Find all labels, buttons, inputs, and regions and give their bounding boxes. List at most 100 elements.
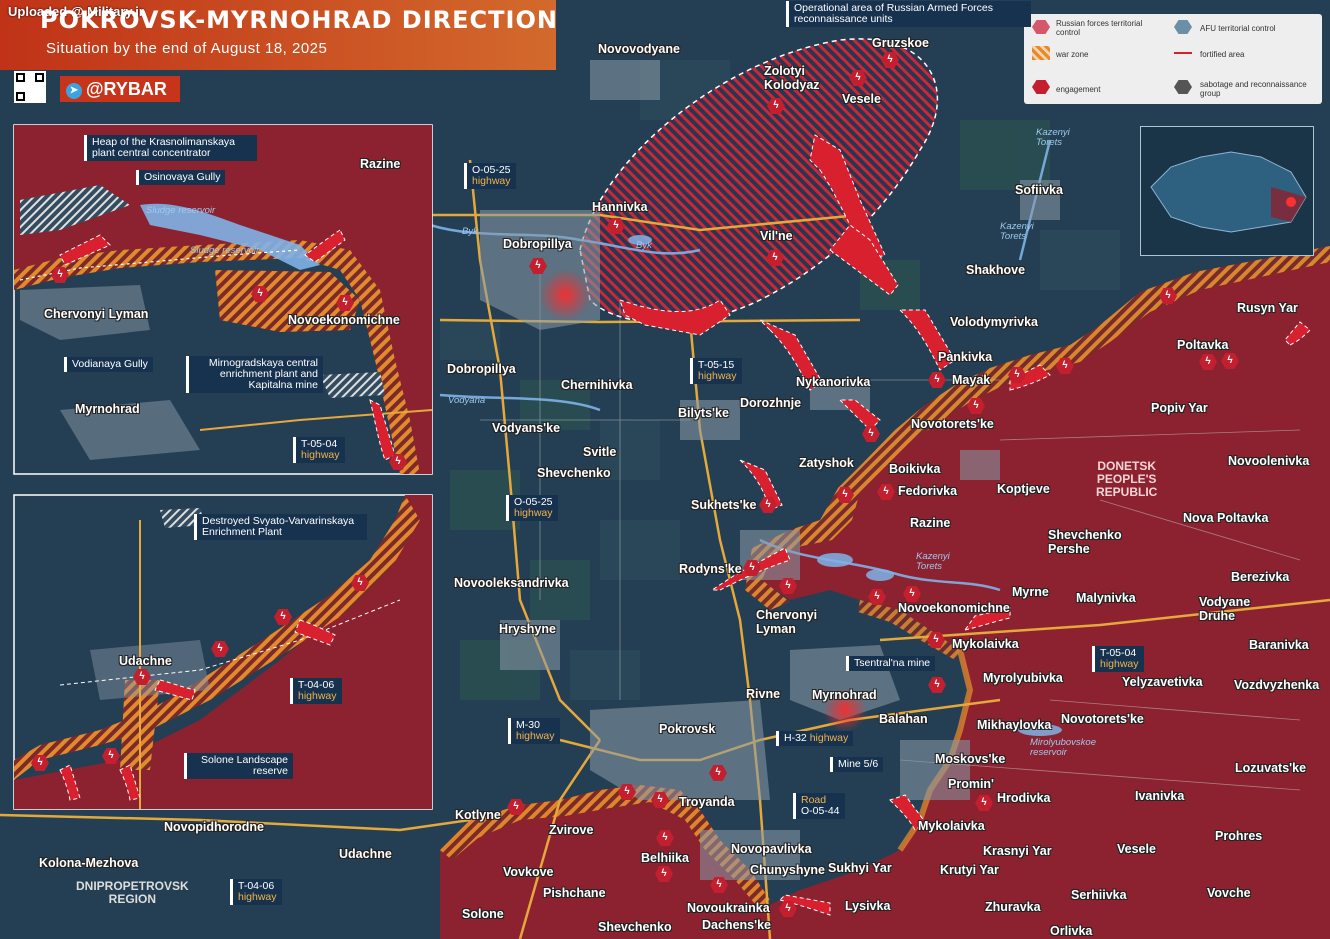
- settlement-label: Sofiivka: [1015, 183, 1063, 197]
- legend-sabotage-swatch: [1174, 80, 1192, 94]
- map-stage: Uploaded @ Military.ir POKROVSK-MYRNOHRA…: [0, 0, 1330, 939]
- road-m30: M-30 highway: [508, 718, 560, 744]
- inset2-udachne: Udachne: [119, 654, 172, 668]
- settlement-label: Hrodivka: [997, 791, 1051, 805]
- settlement-label: Myrolyubivka: [983, 671, 1063, 685]
- settlement-label: Shevchenko Pershe: [1048, 528, 1122, 556]
- settlement-label: Pishchane: [543, 886, 606, 900]
- ukraine-outline-icon: [1150, 151, 1307, 233]
- road-type: O-05-44: [801, 805, 840, 817]
- settlement-label: Koptjeve: [997, 482, 1050, 496]
- settlement-label: Sukhets'ke: [691, 498, 757, 512]
- settlement-label: Novotorets'ke: [1061, 712, 1144, 726]
- inset2-destroyed-text: Destroyed Svyato-Varvarinskaya Enrichmen…: [202, 515, 355, 538]
- inset1-chervonyi-lyman: Chervonyi Lyman: [44, 307, 149, 321]
- settlement-label: Zatyshok: [799, 456, 854, 470]
- river-kazenyi-1: Kazenyi Torets: [1036, 127, 1070, 148]
- road-type: highway: [809, 732, 849, 744]
- road-t0515: T-05-15 highway: [690, 358, 742, 384]
- settlement-label: Vesele: [1117, 842, 1156, 856]
- settlement-label: Myrnohrad: [812, 688, 877, 702]
- inset2-solone-text: Solone Landscape reserve: [201, 754, 288, 777]
- settlement-label: Chervonyi Lyman: [756, 608, 818, 636]
- settlement-label: Bilyts'ke: [678, 406, 729, 420]
- settlement-label: Vovkove: [503, 865, 554, 879]
- road-type: highway: [516, 730, 555, 742]
- operational-area-callout: Operational area of Russian Armed Forces…: [786, 1, 1031, 27]
- road-code: H-32: [784, 732, 807, 744]
- settlement-label: Shevchenko: [537, 466, 611, 480]
- road-type: highway: [472, 175, 511, 187]
- legend-fortified-swatch: [1174, 52, 1192, 54]
- page-title: POKROVSK-MYRNOHRAD DIRECTION: [40, 6, 558, 34]
- inset1-sludge-1: Sludge reservoir: [146, 205, 216, 216]
- inset2-destroyed-callout: Destroyed Svyato-Varvarinskaya Enrichmen…: [194, 514, 367, 540]
- road-o0525-north: O-05-25 highway: [464, 163, 516, 189]
- settlement-label: Zvirove: [549, 823, 594, 837]
- settlement-label: Nova Poltavka: [1183, 511, 1269, 525]
- road-type: highway: [698, 370, 737, 382]
- settlement-label: Nykanorivka: [796, 375, 871, 389]
- legend-fortified-label: fortified area: [1200, 50, 1245, 59]
- settlement-label: Balahan: [879, 712, 928, 726]
- settlement-label: Volodymyrivka: [950, 315, 1039, 329]
- settlement-label: Mykolaivka: [952, 637, 1019, 651]
- settlement-label: Solone: [462, 907, 504, 921]
- inset1-vodianaya-callout: Vodianaya Gully: [64, 357, 153, 372]
- legend-russian-label: Russian forces territorial control: [1056, 19, 1143, 37]
- mine-56-text: Mine 5/6: [838, 758, 879, 770]
- settlement-label: Mykolaivka: [918, 819, 985, 833]
- inset1-razine: Razine: [360, 157, 401, 171]
- road-type: highway: [298, 690, 337, 702]
- settlement-label: Lysivka: [845, 899, 891, 913]
- settlement-label: Pankivka: [938, 350, 993, 364]
- telegram-icon: ➤: [66, 83, 82, 99]
- inset1-novoekonomichne: Novoekonomichne: [288, 313, 400, 327]
- river-kazenyi-2: Kazenyi Torets: [1000, 221, 1034, 242]
- inset1-heap-callout: Heap of the Krasnolimanskaya plant centr…: [84, 135, 257, 161]
- river-vodyana: Vodyana: [448, 395, 486, 406]
- inset2-solone-callout: Solone Landscape reserve: [184, 753, 293, 779]
- settlement-label: Fedorivka: [898, 484, 958, 498]
- settlement-label: Novoolenivka: [1228, 454, 1310, 468]
- settlement-label: Novoukrainka: [687, 901, 770, 915]
- river-byk-2: Byk: [636, 240, 652, 251]
- brand-name: @RYBAR: [86, 79, 167, 99]
- inset1-mirno-callout: Mirnogradskaya central enrichment plant …: [186, 356, 323, 393]
- legend-afu-label: AFU territorial control: [1200, 24, 1276, 33]
- legend-warzone-swatch: [1032, 46, 1050, 60]
- settlement-label: Yelyzavetivka: [1122, 675, 1203, 689]
- settlement-label: Sukhyi Yar: [828, 861, 892, 875]
- inset1-sludge-2: Sludge reservoir: [190, 245, 260, 256]
- settlement-label: Boikivka: [889, 462, 941, 476]
- road-h32: H-32 highway: [776, 731, 854, 746]
- road-type: highway: [301, 449, 340, 461]
- inset1-road-t0504: T-05-04 highway: [293, 437, 345, 463]
- settlement-label: Poltavka: [1177, 338, 1229, 352]
- settlement-label: Dobropillya: [503, 237, 572, 251]
- inset1-osinovaya-callout: Osinovaya Gully: [136, 170, 226, 185]
- river-byk-1: Byk: [462, 226, 478, 237]
- settlement-label: Vovche: [1207, 886, 1251, 900]
- settlement-label: Dobropillya: [447, 362, 516, 376]
- settlement-label: Novopavlivka: [731, 842, 812, 856]
- settlement-label: Dorozhnje: [740, 396, 802, 410]
- settlement-label: Mayak: [952, 373, 991, 387]
- page-subtitle: Situation by the end of August 18, 2025: [46, 40, 328, 57]
- settlement-label: Hryshyne: [499, 622, 556, 636]
- settlement-label: Vozdvyzhenka: [1234, 678, 1320, 692]
- settlement-label: Troyanda: [679, 795, 735, 809]
- settlement-label: Krasnyi Yar: [983, 844, 1052, 858]
- operational-area-text: Operational area of Russian Armed Forces…: [794, 2, 994, 25]
- legend-russian-swatch: [1032, 20, 1050, 34]
- settlement-label: Kolona-Mezhova: [39, 856, 139, 870]
- settlement-label: Hannivka: [592, 200, 648, 214]
- settlement-label: Myrne: [1012, 585, 1049, 599]
- legend-engagement-label: engagement: [1056, 85, 1101, 94]
- settlement-label: Chernihivka: [561, 378, 633, 392]
- settlement-label: Novotorets'ke: [911, 417, 994, 431]
- settlement-label: Gruzskoe: [872, 36, 929, 50]
- settlement-label: Udachne: [339, 847, 392, 861]
- settlement-label: Rivne: [746, 687, 781, 701]
- road-t0406: T-04-06 highway: [230, 879, 282, 905]
